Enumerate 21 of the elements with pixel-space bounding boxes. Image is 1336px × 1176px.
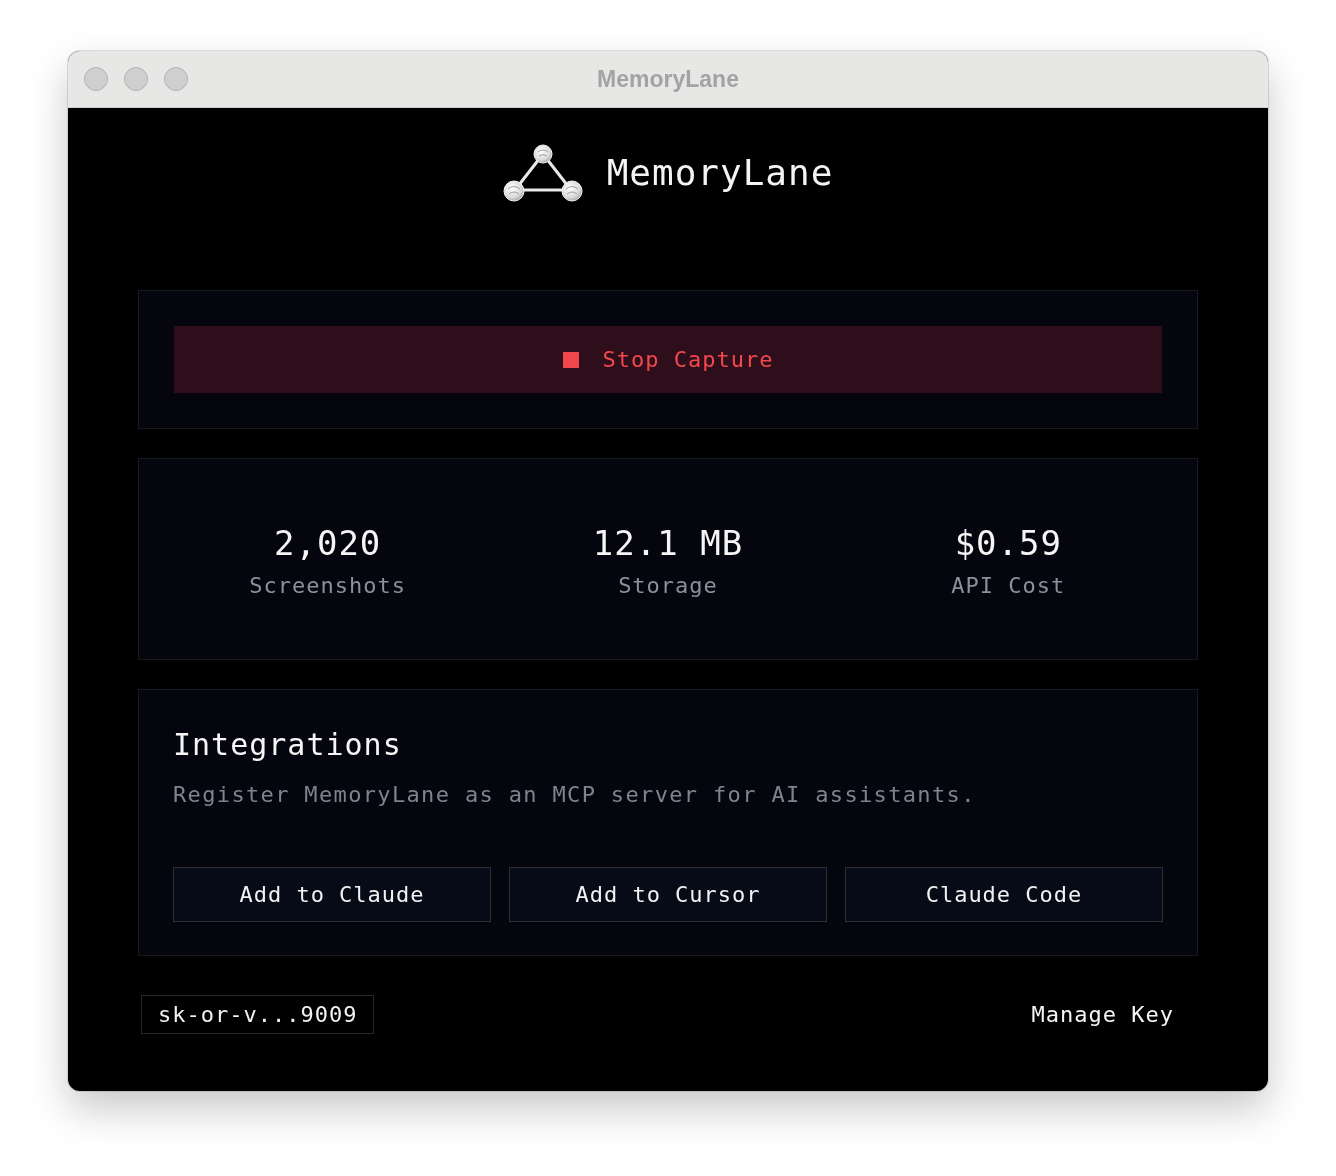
zoom-button[interactable]	[164, 67, 188, 91]
stat-value: 2,020	[274, 523, 382, 563]
stat-label: API Cost	[951, 573, 1066, 599]
triangle-network-icon	[502, 144, 583, 202]
app-title: MemoryLane	[606, 151, 834, 195]
section-description: Register MemoryLane as an MCP server for AI assistants.	[173, 781, 977, 809]
integration-button[interactable]: Add to Cursor	[509, 867, 827, 922]
stop-icon	[562, 351, 579, 368]
close-button[interactable]	[84, 67, 108, 91]
manage-key-button[interactable]: Manage Key	[1007, 994, 1198, 1035]
minimize-button[interactable]	[124, 67, 148, 91]
stat-label: Storage	[618, 573, 718, 599]
window-title: MemoryLane	[597, 65, 739, 93]
stat-value: $0.59	[954, 523, 1062, 563]
api-key-label: sk-or-v...9009	[141, 995, 375, 1034]
stat-value: 12.1 MB	[592, 523, 744, 563]
section-title: Integrations	[173, 726, 403, 764]
integration-button[interactable]: Add to Claude	[173, 867, 491, 922]
capture-button[interactable]: Stop Capture	[174, 326, 1162, 393]
stat-label: Screenshots	[249, 573, 406, 599]
integration-button[interactable]: Claude Code	[845, 867, 1163, 922]
